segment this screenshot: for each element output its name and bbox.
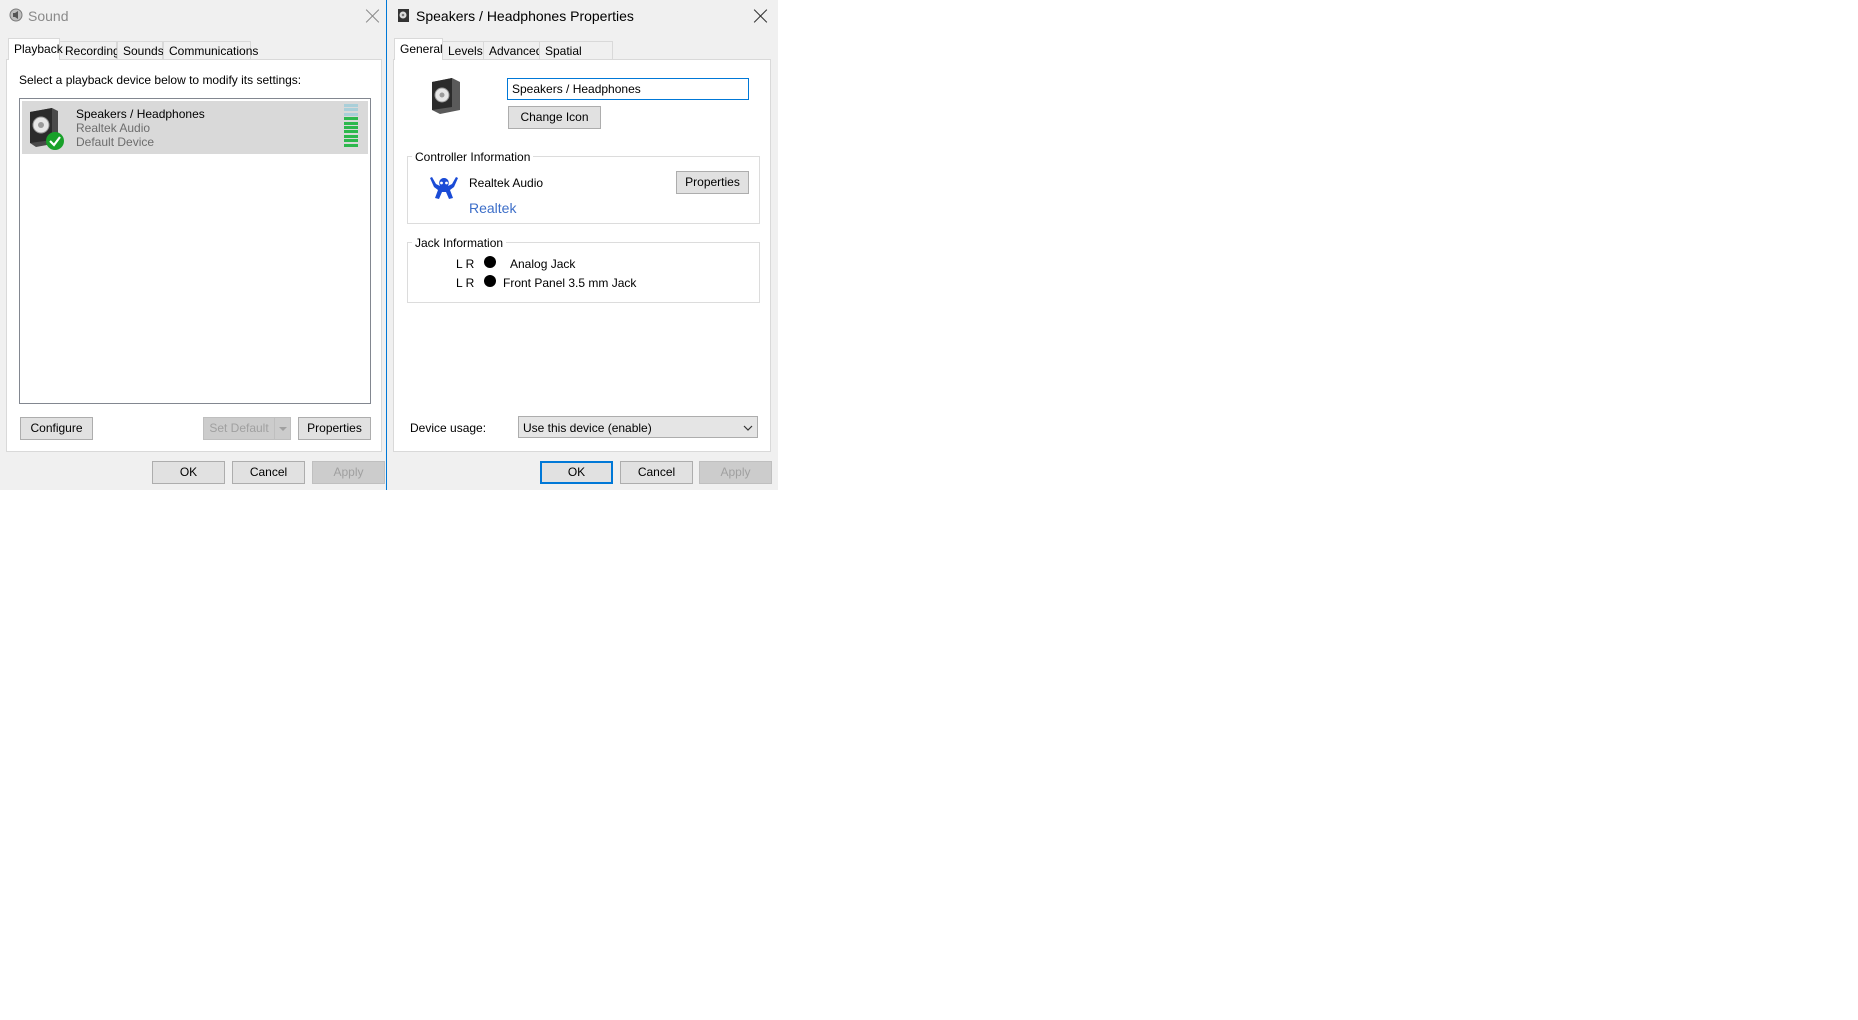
set-default-dropdown[interactable]	[274, 417, 291, 440]
tab-sounds[interactable]: Sounds	[117, 41, 164, 60]
jack-row: L R Analog Jack	[394, 256, 772, 274]
controller-information-label: Controller Information	[412, 150, 534, 164]
level-segment	[344, 130, 358, 134]
device-usage-value: Use this device (enable)	[523, 421, 652, 435]
properties-close-icon[interactable]	[753, 8, 769, 24]
speaker-title-icon	[397, 8, 410, 23]
change-icon-button[interactable]: Change Icon	[508, 106, 601, 129]
tab-levels[interactable]: Levels	[442, 41, 484, 60]
realtek-logo-icon	[428, 174, 460, 202]
controller-name: Realtek Audio	[469, 176, 544, 190]
set-default-button[interactable]: Set Default	[203, 417, 275, 440]
level-segment	[344, 143, 358, 147]
level-segment	[344, 108, 358, 112]
tab-advanced[interactable]: Advanced	[483, 41, 542, 60]
sound-dialog: Sound Playback Recording Sounds Communic…	[0, 0, 386, 490]
properties-apply-button[interactable]: Apply	[699, 461, 772, 484]
sound-ok-button[interactable]: OK	[152, 461, 225, 484]
level-segment	[344, 117, 358, 121]
chevron-down-icon	[278, 426, 287, 431]
device-list[interactable]: Speakers / Headphones Realtek Audio Defa…	[19, 98, 371, 404]
level-segment	[344, 112, 358, 116]
properties-dialog: Speakers / Headphones Properties General…	[387, 0, 778, 490]
playback-instruction: Select a playback device below to modify…	[19, 73, 302, 87]
tab-communications[interactable]: Communications	[163, 41, 258, 60]
realtek-link[interactable]: Realtek	[469, 200, 516, 216]
chevron-down-icon	[743, 422, 753, 432]
playback-properties-button[interactable]: Properties	[298, 417, 371, 440]
sound-cancel-button[interactable]: Cancel	[232, 461, 305, 484]
device-usage-select[interactable]: Use this device (enable)	[518, 416, 758, 438]
speaker-large-icon	[426, 76, 466, 116]
properties-cancel-button[interactable]: Cancel	[620, 461, 693, 484]
jack-color-dot	[484, 275, 496, 287]
sound-app-icon	[9, 8, 23, 22]
device-driver: Realtek Audio	[76, 121, 151, 135]
properties-window-title: Speakers / Headphones Properties	[416, 8, 634, 24]
jack-color-dot	[484, 256, 496, 268]
jack-information-label: Jack Information	[412, 236, 507, 250]
level-segment	[344, 126, 358, 129]
jack-name: Analog Jack	[510, 257, 576, 271]
configure-button[interactable]: Configure	[20, 417, 93, 440]
controller-properties-button[interactable]: Properties	[676, 171, 749, 194]
device-name-field[interactable]	[507, 78, 749, 100]
device-status: Default Device	[76, 135, 155, 149]
level-segment	[344, 134, 358, 138]
level-segment	[344, 121, 358, 125]
device-list-item[interactable]: Speakers / Headphones Realtek Audio Defa…	[22, 101, 368, 154]
general-panel: Change Icon Controller Information Realt…	[393, 59, 771, 452]
jack-channels: L R	[456, 276, 475, 290]
playback-panel: Select a playback device below to modify…	[6, 59, 382, 452]
tab-playback[interactable]: Playback	[8, 38, 63, 60]
tab-recording[interactable]: Recording	[59, 41, 120, 60]
device-name: Speakers / Headphones	[76, 107, 205, 121]
jack-row: L R Front Panel 3.5 mm Jack	[394, 275, 772, 293]
sound-close-icon[interactable]	[365, 8, 381, 24]
jack-name: Front Panel 3.5 mm Jack	[503, 276, 637, 290]
jack-channels: L R	[456, 257, 475, 271]
properties-ok-button[interactable]: OK	[540, 461, 613, 484]
level-segment	[344, 139, 358, 143]
volume-level-meter	[344, 104, 360, 148]
speaker-device-icon	[28, 107, 66, 151]
tab-spatial-sound[interactable]: Spatial sound	[539, 41, 613, 76]
tab-general[interactable]: General	[394, 38, 443, 60]
device-usage-label: Device usage:	[410, 421, 487, 435]
sound-apply-button[interactable]: Apply	[312, 461, 385, 484]
level-segment	[344, 104, 358, 107]
sound-window-title: Sound	[28, 8, 69, 24]
